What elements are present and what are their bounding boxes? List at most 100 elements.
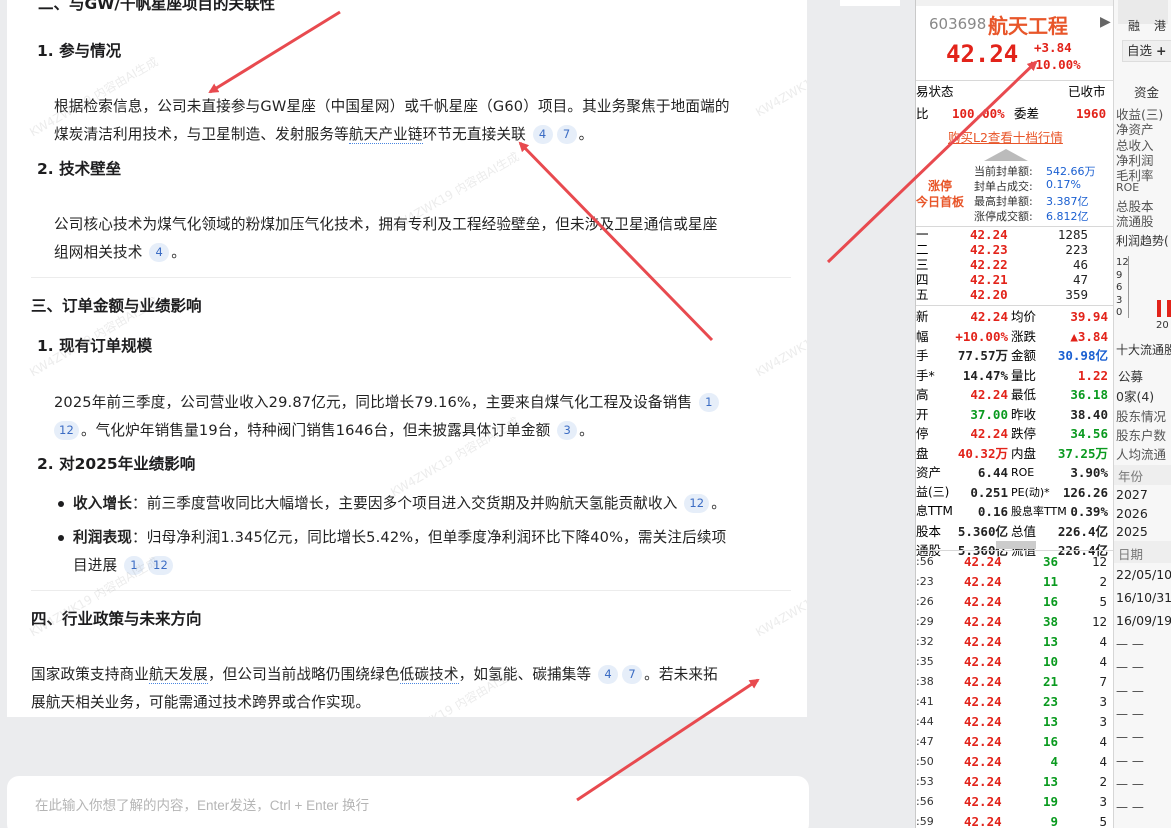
divider: [916, 80, 1113, 81]
quote-value: +10.00%: [955, 328, 1008, 344]
tick-time: :38: [916, 675, 934, 688]
section-divider: [31, 277, 791, 278]
tick-count: 4: [1099, 634, 1107, 649]
seal-value: 0.17%: [1046, 178, 1081, 191]
tick-row: :32 42.24 13 4: [916, 632, 1113, 652]
quote-label: 息TTM: [916, 504, 953, 518]
policy-text-d: 。若未来拓: [644, 666, 718, 683]
tick-price: 42.24: [964, 654, 1002, 669]
quote-value: 39.94: [1070, 309, 1108, 324]
participation-text-b: 环节无直接关联: [422, 126, 526, 143]
stock-price: 42.24: [946, 40, 1019, 68]
trend-axis-tick: 6: [1116, 282, 1123, 293]
add-watchlist-label: 自选: [1127, 43, 1153, 58]
citation-badge[interactable]: 4: [598, 665, 619, 684]
quote-label: 量比: [1011, 367, 1037, 383]
citation-badge[interactable]: 12: [54, 421, 79, 440]
gang-button[interactable]: 港: [1154, 17, 1166, 34]
quote-value: 0.16: [977, 504, 1008, 519]
trend-year: 20: [1156, 320, 1169, 331]
quote-value: 3.90%: [1070, 465, 1108, 480]
top-holders-title[interactable]: 十大流通股: [1116, 341, 1171, 358]
trade-status-row: 易状态 已收市: [916, 82, 1113, 102]
bullet-profit-label: 利润表现: [73, 529, 132, 546]
tick-count: 2: [1099, 774, 1107, 789]
empty-cell: — —: [1116, 776, 1144, 791]
bullet-profit-text-2: 目进展: [73, 557, 118, 574]
keyword-link-aerospace[interactable]: 航天发展: [148, 666, 208, 684]
seal-label: 涨停成交额:: [974, 210, 1033, 223]
tick-count: 4: [1099, 654, 1107, 669]
tick-count: 2: [1099, 574, 1107, 589]
section-heading-3: 三、订单金额与业绩影响: [31, 297, 202, 315]
section-heading-2: 二、与GW/千帆星座项目的关联性: [38, 0, 275, 13]
limit-up-label: 涨停: [928, 179, 953, 193]
keyword-link-aerospace-chain[interactable]: 航天产业链: [348, 126, 423, 144]
section-divider: [31, 590, 791, 591]
collapse-icon[interactable]: [984, 149, 1028, 161]
rong-button[interactable]: 融: [1128, 17, 1140, 34]
citation-badge[interactable]: 1: [698, 393, 719, 412]
window-controls[interactable]: [840, 0, 900, 6]
seal-label: 当前封单额:: [974, 165, 1033, 178]
citation-badge[interactable]: 4: [149, 243, 170, 262]
citation-badge[interactable]: 7: [556, 125, 577, 144]
level-volume: 359: [1065, 287, 1088, 302]
tick-time: :59: [916, 815, 934, 828]
quote-label: 手: [916, 348, 929, 363]
keyword-link-lowcarbon[interactable]: 低碳技术: [399, 666, 459, 684]
citation-badge[interactable]: 4: [532, 125, 553, 144]
answer-card: 二、与GW/千帆星座项目的关联性 1. 参与情况 根据检索信息，公司未直接参与G…: [7, 0, 807, 717]
next-stock-icon[interactable]: ▶: [1100, 14, 1111, 30]
empty-cell: — —: [1116, 753, 1144, 768]
tick-row: :41 42.24 23 3: [916, 692, 1113, 712]
weicha-label: 委差: [1014, 106, 1040, 121]
level-price: 42.21: [970, 272, 1008, 287]
trend-axis-tick: 12: [1116, 257, 1129, 268]
quote-value: ▲3.84: [1070, 328, 1108, 344]
collapse-icon[interactable]: [996, 541, 1036, 549]
tick-count: 5: [1099, 594, 1107, 609]
year-item: 2027: [1116, 487, 1148, 502]
fundamental-label: 流通股: [1116, 214, 1154, 230]
first-limit-label: 今日首板: [916, 195, 965, 209]
empty-cell: — —: [1116, 800, 1144, 815]
tick-volume: 19: [1042, 794, 1058, 809]
tick-row: :29 42.24 38 12: [916, 612, 1113, 632]
level-price: 42.22: [970, 257, 1008, 272]
trade-status-value: 已收市: [1068, 84, 1106, 99]
gongmu-label: 公募: [1118, 369, 1144, 384]
tick-volume: 36: [1042, 554, 1058, 569]
quote-label: PE(动)*: [1011, 485, 1050, 499]
add-watchlist-button[interactable]: 自选 +: [1122, 40, 1171, 62]
stock-change-pct: +10.00%: [1028, 57, 1081, 72]
seal-label: 封单占成交:: [974, 180, 1033, 193]
participation-line-2: 煤炭清洁利用技术，与卫星制造、发射服务等航天产业链环节无直接关联 4 7。: [54, 125, 594, 144]
tick-row: :50 42.24 4 4: [916, 752, 1113, 772]
gongmu-value: 0家(4): [1116, 389, 1155, 404]
quote-value: 126.26: [1062, 484, 1108, 500]
fund-tab[interactable]: 资金: [1134, 82, 1159, 101]
watermark: KW4ZWK19 内容由AI生成: [753, 295, 807, 380]
quote-value: 30.98亿: [1057, 348, 1108, 363]
chat-input[interactable]: 在此输入你想了解的内容，Enter发送，Ctrl + Enter 换行: [7, 776, 809, 828]
stock-change: +3.84: [1034, 40, 1072, 55]
participation-text-a: 煤炭清洁利用技术，与卫星制造、发射服务等: [54, 126, 349, 143]
tick-volume: 13: [1042, 774, 1058, 789]
quote-value: 37.00: [970, 406, 1008, 422]
citation-badge[interactable]: 7: [622, 665, 643, 684]
level-label: 二: [916, 242, 929, 257]
subsection-title-participation: 1. 参与情况: [37, 42, 122, 60]
l2-upgrade-link[interactable]: 购买L2查看十档行情: [948, 127, 1063, 146]
quote-label: 资产: [916, 465, 942, 480]
empty-cell: — —: [1116, 683, 1144, 698]
tick-count: 3: [1099, 694, 1107, 709]
quote-label: 跌停: [1011, 426, 1037, 441]
citation-badge[interactable]: 12: [684, 494, 710, 513]
weibi-value: 100.00%: [952, 106, 1005, 121]
chat-input-placeholder: 在此输入你想了解的内容，Enter发送，Ctrl + Enter 换行: [35, 798, 370, 813]
quote-value: 5.360亿: [957, 523, 1008, 539]
tick-volume: 9: [1050, 814, 1058, 828]
tick-time: :23: [916, 575, 934, 588]
citation-badge[interactable]: 3: [557, 421, 578, 440]
